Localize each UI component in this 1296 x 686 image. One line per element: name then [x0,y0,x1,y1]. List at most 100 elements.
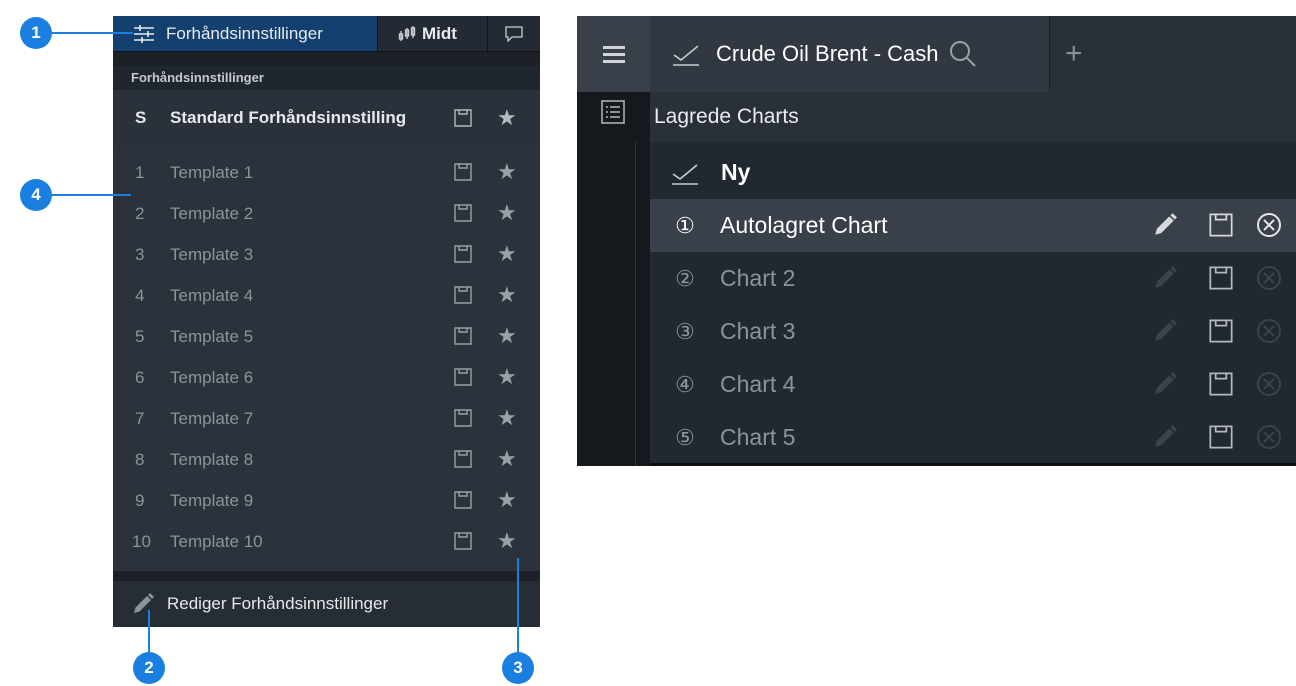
tab-presets[interactable]: Forhåndsinnstillinger [113,16,377,51]
star-icon[interactable]: ★ [497,107,517,129]
standard-preset-label: Standard Forhåndsinnstilling [170,108,407,127]
chart-number: ② [675,265,695,291]
list-icon[interactable] [601,100,625,124]
template-number: 9 [135,490,145,510]
template-label: Template 6 [170,367,254,387]
callout-badge: 4 [20,179,52,211]
chart-item[interactable]: ③ Chart 3 [650,305,1296,358]
template-row[interactable]: 5 Template 5 ★ [113,316,540,357]
line-chart-icon [672,163,698,185]
save-icon[interactable] [454,245,472,263]
template-row[interactable]: 6 Template 6 ★ [113,357,540,398]
template-row[interactable]: 8 Template 8 ★ [113,439,540,480]
chart-number: ④ [675,371,695,397]
standard-preset-key: S [135,108,147,127]
callout-badge: 1 [20,17,52,49]
save-icon[interactable] [1209,372,1233,396]
pencil-icon[interactable] [1152,371,1178,397]
chart-item[interactable]: ④ Chart 4 [650,358,1296,411]
chart-label: Chart 5 [720,424,796,450]
delete-icon[interactable] [1256,371,1282,397]
menu-button[interactable] [577,16,650,92]
template-number: 1 [135,162,145,182]
chart-item[interactable]: ② Chart 2 [650,252,1296,305]
template-label: Template 2 [170,203,254,223]
save-icon[interactable] [454,163,472,181]
template-number: 8 [135,449,145,469]
save-icon[interactable] [454,409,472,427]
template-row[interactable]: 10 Template 10 ★ [113,521,540,562]
star-icon[interactable]: ★ [497,448,517,470]
delete-icon[interactable] [1256,265,1282,291]
save-icon[interactable] [454,286,472,304]
delete-icon[interactable] [1256,318,1282,344]
chart-gridline [635,142,636,466]
save-icon[interactable] [1209,425,1233,449]
template-label: Template 1 [170,162,254,182]
edit-presets-button[interactable]: Rediger Forhåndsinnstillinger [113,581,540,627]
save-icon[interactable] [1209,266,1233,290]
tab-presets-label: Forhåndsinnstillinger [166,23,323,43]
delete-icon[interactable] [1256,212,1282,238]
pencil-icon[interactable] [1152,212,1178,238]
star-icon[interactable]: ★ [497,161,517,183]
tab-mid[interactable]: Midt [377,16,488,51]
pencil-icon [134,593,154,613]
search-icon[interactable] [949,40,977,68]
template-row[interactable]: 2 Template 2 ★ [113,193,540,234]
save-icon[interactable] [454,532,472,550]
template-row[interactable]: 7 Template 7 ★ [113,398,540,439]
save-icon[interactable] [1209,213,1233,237]
template-row[interactable]: 9 Template 9 ★ [113,480,540,521]
star-icon[interactable]: ★ [497,243,517,265]
chart-item[interactable]: ① Autolagret Chart [650,199,1296,252]
chart-label: Chart 4 [720,371,796,397]
chart-number: ⑤ [675,424,695,450]
template-number: 2 [135,203,145,223]
presets-tab-bar: Forhåndsinnstillinger Midt [113,16,540,52]
save-icon[interactable] [454,368,472,386]
save-icon[interactable] [1209,319,1233,343]
template-row[interactable]: 4 Template 4 ★ [113,275,540,316]
star-icon[interactable]: ★ [497,325,517,347]
callout-badge: 3 [502,652,534,684]
template-row[interactable]: 1 Template 1 ★ [113,152,540,193]
save-icon[interactable] [454,450,472,468]
template-label: Template 3 [170,244,254,264]
star-icon[interactable]: ★ [497,407,517,429]
star-icon[interactable]: ★ [497,202,517,224]
chart-label: Autolagret Chart [720,212,888,238]
add-tab-button[interactable]: + [1065,34,1083,74]
new-chart-label: Ny [721,159,751,185]
template-number: 6 [135,367,145,387]
presets-panel: Forhåndsinnstillinger Midt Forhåndsinnst… [113,16,540,627]
template-number: 5 [135,326,145,346]
delete-icon[interactable] [1256,424,1282,450]
star-icon[interactable]: ★ [497,489,517,511]
template-row[interactable]: 3 Template 3 ★ [113,234,540,275]
star-icon[interactable]: ★ [497,284,517,306]
pencil-icon[interactable] [1152,318,1178,344]
save-icon[interactable] [454,109,472,127]
instrument-tab[interactable]: Crude Oil Brent - Cash [650,16,1050,92]
pencil-icon[interactable] [1152,424,1178,450]
star-icon[interactable]: ★ [497,530,517,552]
save-icon[interactable] [454,327,472,345]
save-icon[interactable] [454,204,472,222]
edit-presets-label: Rediger Forhåndsinnstillinger [167,594,389,613]
new-chart-item[interactable]: Ny [650,146,1296,199]
chart-number: ① [675,212,695,238]
star-icon[interactable]: ★ [497,366,517,388]
standard-preset-row[interactable]: S Standard Forhåndsinnstilling ★ [113,90,540,146]
tab-mid-label: Midt [422,23,457,43]
template-number: 10 [132,531,151,551]
templates-list: 1 Template 1 ★ 2 Template 2 ★ 3 Template… [113,146,540,571]
template-number: 3 [135,244,145,264]
callout-badge: 2 [133,652,165,684]
tab-comment[interactable] [487,16,540,51]
pencil-icon[interactable] [1152,265,1178,291]
chart-item[interactable]: ⑤ Chart 5 [650,411,1296,464]
hamburger-icon [602,46,625,63]
save-icon[interactable] [454,491,472,509]
instrument-name: Crude Oil Brent - Cash [716,41,939,66]
